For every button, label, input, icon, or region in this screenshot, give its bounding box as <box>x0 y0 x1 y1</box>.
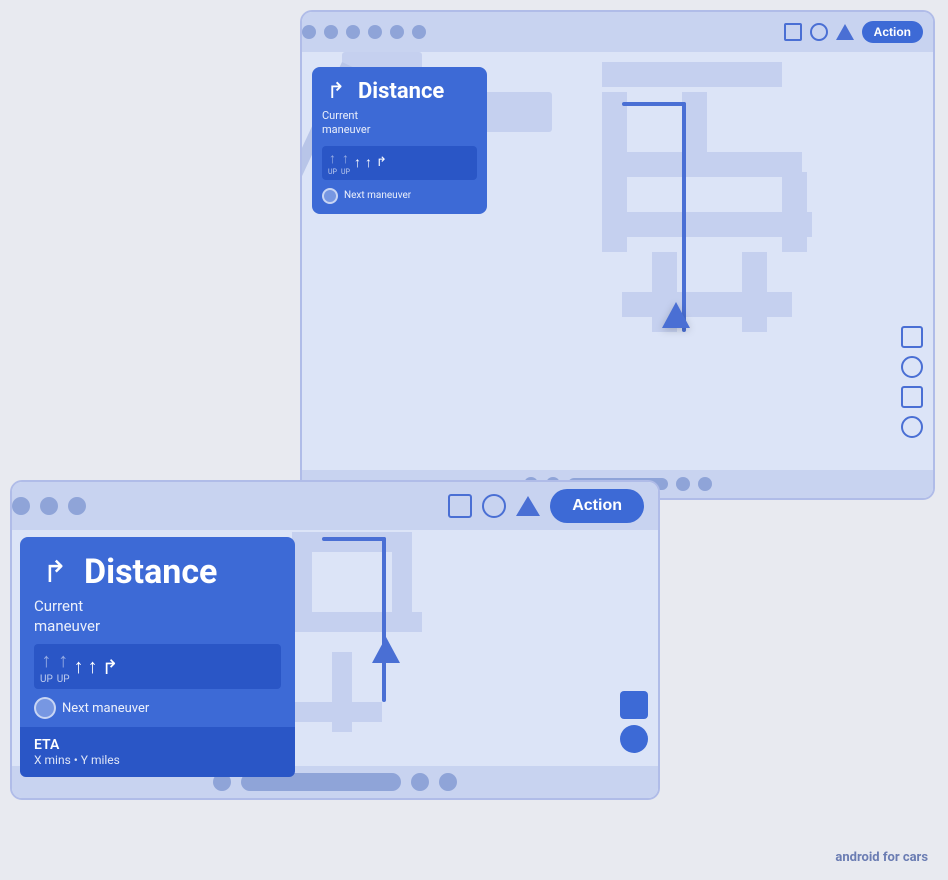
top-bar-circle-4 <box>368 25 382 39</box>
next-maneuver-label-large: Next maneuver <box>344 190 411 201</box>
next-maneuver-row-large: Next maneuver <box>322 188 477 204</box>
mini-icon-square[interactable] <box>620 691 648 719</box>
right-icon-circle-1[interactable] <box>901 356 923 378</box>
nav-arrow-large <box>662 302 690 328</box>
lane-label-s2: UP <box>57 674 70 685</box>
top-bar-small: Action <box>12 482 658 530</box>
lane-3-small: ↑ <box>74 654 84 679</box>
nav-arrow-small <box>372 637 400 663</box>
map-block <box>602 62 782 87</box>
small-screen: Action ↱ Distance Currentmaneuver ↑ UP ↑… <box>10 480 660 800</box>
nav-card-header-large: ↱ Distance <box>322 77 477 105</box>
distance-label-large: Distance <box>358 79 444 104</box>
top-bar-small-circle-3 <box>68 497 86 515</box>
lane-arrow-s3: ↑ <box>74 654 84 679</box>
distance-label-small: Distance <box>84 552 217 592</box>
action-button-small[interactable]: Action <box>550 489 644 523</box>
eta-detail: X mins • Y miles <box>34 753 281 767</box>
bottom-small-circle-3 <box>439 773 457 791</box>
nav-card-large: ↱ Distance Currentmaneuver ↑ UP ↑ UP ↑ ↑… <box>312 67 487 214</box>
lane-4-small: ↑ <box>88 654 98 679</box>
lane-label-1: UP <box>328 168 337 176</box>
top-bar-circle-5 <box>390 25 404 39</box>
next-dot-small <box>34 697 56 719</box>
maneuver-label-small: Currentmaneuver <box>34 597 281 636</box>
eta-title: ETA <box>34 737 281 753</box>
map-block-s1 <box>292 532 412 552</box>
lanes-large: ↑ UP ↑ UP ↑ ↑ ↱ <box>322 146 477 180</box>
toolbar-square-icon-large[interactable] <box>784 23 802 41</box>
route-line-h <box>622 102 686 106</box>
lane-label-2: UP <box>341 168 350 176</box>
route-line-large <box>682 102 686 332</box>
right-icon-square-2[interactable] <box>901 386 923 408</box>
bottom-circle-4 <box>698 477 712 491</box>
top-bar-circle-1 <box>302 25 316 39</box>
lane-arrow-2: ↑ <box>342 150 349 167</box>
route-line-small-v <box>382 537 386 702</box>
lane-arrow-4: ↑ <box>365 154 372 171</box>
large-screen: Action ↱ Distance Currentmaneuver ↑ UP ↑… <box>300 10 935 500</box>
eta-bar: ETA X mins • Y miles <box>20 727 295 777</box>
turn-icon-small: ↱ <box>34 551 76 593</box>
top-bar-small-circle-2 <box>40 497 58 515</box>
lane-5-large: ↱ <box>376 155 387 170</box>
maneuver-label-large: Currentmaneuver <box>322 109 477 138</box>
toolbar-triangle-icon-small[interactable] <box>516 496 540 516</box>
toolbar-circle-icon-small[interactable] <box>482 494 506 518</box>
bottom-circle-3 <box>676 477 690 491</box>
nav-card-small: ↱ Distance Currentmaneuver ↑ UP ↑ UP ↑ ↑… <box>20 537 295 777</box>
map-block <box>602 152 802 177</box>
nav-card-header-small: ↱ Distance <box>34 551 281 593</box>
lane-arrow-5: ↱ <box>376 155 387 170</box>
right-icon-square[interactable] <box>901 326 923 348</box>
mini-icon-circle[interactable] <box>620 725 648 753</box>
next-dot-large <box>322 188 338 204</box>
toolbar-circle-icon-large[interactable] <box>810 23 828 41</box>
lane-5-small: ↱ <box>102 655 119 679</box>
top-bar-circle-6 <box>412 25 426 39</box>
lane-1-large: ↑ UP <box>328 150 337 176</box>
lane-2-small: ↑ UP <box>57 648 70 685</box>
lane-arrow-1: ↑ <box>329 150 336 167</box>
mini-map-icons <box>620 691 648 753</box>
brand-suffix: for cars <box>880 850 928 865</box>
map-block <box>602 212 812 237</box>
lanes-small: ↑ UP ↑ UP ↑ ↑ ↱ <box>34 644 281 689</box>
lane-arrow-s1: ↑ <box>41 648 51 673</box>
brand-text: android for cars <box>835 850 928 865</box>
lane-arrow-s5: ↱ <box>102 655 119 679</box>
map-block <box>622 292 792 317</box>
action-button-large[interactable]: Action <box>862 21 923 43</box>
top-bar-large: Action <box>302 12 933 52</box>
brand-android: android <box>835 850 879 865</box>
lane-arrow-s2: ↑ <box>58 648 68 673</box>
turn-icon-large: ↱ <box>322 77 350 105</box>
lane-3-large: ↑ <box>354 154 361 171</box>
next-maneuver-row-small: Next maneuver <box>34 697 281 719</box>
right-icon-circle-2[interactable] <box>901 416 923 438</box>
bottom-small-circle-2 <box>411 773 429 791</box>
lane-4-large: ↑ <box>365 154 372 171</box>
lane-label-s1: UP <box>40 674 53 685</box>
top-bar-circle-2 <box>324 25 338 39</box>
lane-1-small: ↑ UP <box>40 648 53 685</box>
lane-2-large: ↑ UP <box>341 150 350 176</box>
next-maneuver-label-small: Next maneuver <box>62 701 149 716</box>
map-block-s4 <box>292 612 422 632</box>
lane-arrow-s4: ↑ <box>88 654 98 679</box>
right-icons-large <box>901 326 923 438</box>
lane-arrow-3: ↑ <box>354 154 361 171</box>
toolbar-triangle-icon-large[interactable] <box>836 24 854 40</box>
map-block-s6 <box>292 702 382 722</box>
top-bar-small-circle-1 <box>12 497 30 515</box>
top-bar-circle-3 <box>346 25 360 39</box>
toolbar-square-icon-small[interactable] <box>448 494 472 518</box>
route-line-small-h <box>322 537 386 541</box>
